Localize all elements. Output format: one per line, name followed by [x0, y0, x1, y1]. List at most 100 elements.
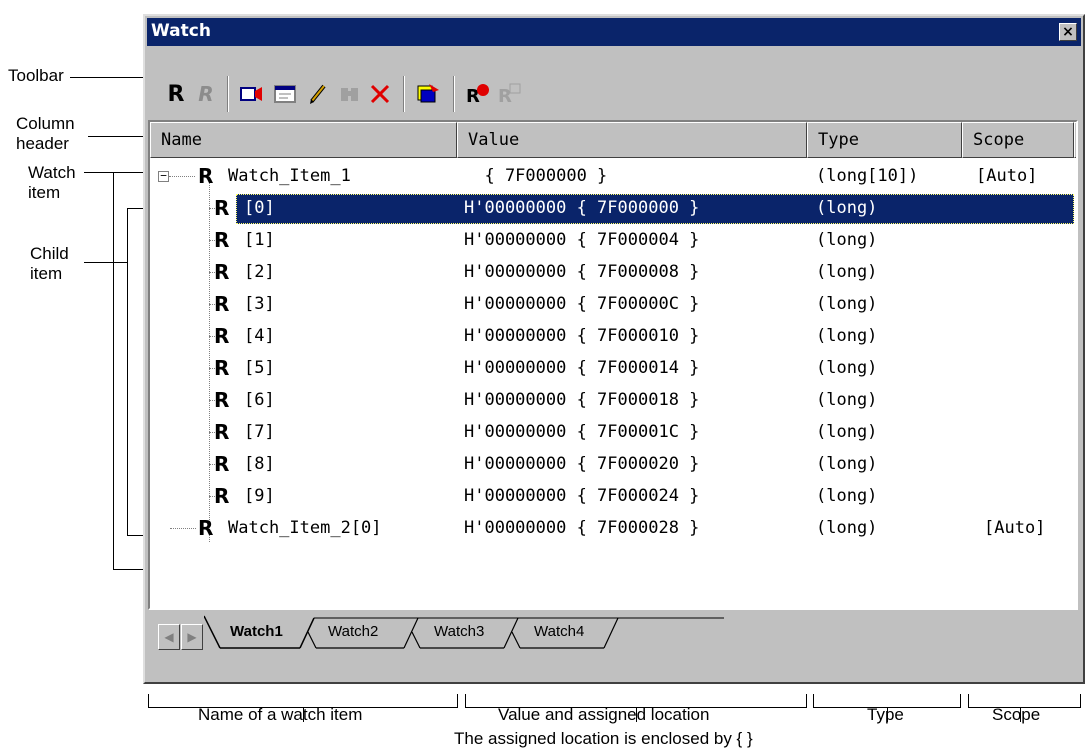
toolbar-separator [453, 76, 455, 112]
collapse-toggle-icon[interactable]: − [158, 170, 169, 182]
column-header-name[interactable]: Name [150, 122, 457, 158]
register-item-icon: R [214, 196, 230, 220]
watch-item-row[interactable]: − R Watch_Item_1 { 7F000000 } (long[10]) [Au… [150, 160, 1076, 192]
watch-value-cell: H'00000000 { 7F000028 } [464, 518, 700, 538]
watch-value-cell: { 7F000000 } [464, 166, 608, 186]
callout-toolbar-line [70, 77, 146, 78]
watch-value-cell: H'00000000 { 7F000020 } [464, 454, 700, 474]
watch-window: Watch × R R R R Name Value Type Scope − … [143, 14, 1085, 684]
watch-name-cell: [8] [244, 454, 275, 474]
title-bar[interactable]: Watch × [147, 18, 1081, 46]
column-header: Name Value Type Scope [150, 122, 1076, 158]
tab-scroll-left-button[interactable]: ◀ [158, 624, 180, 650]
watch-value-cell: H'00000000 { 7F00001C } [464, 422, 700, 442]
watch-type-cell: (long) [816, 486, 878, 506]
child-item-row[interactable]: R [3] H'00000000 { 7F00000C } (long) [150, 288, 1076, 320]
toolbar-separator [227, 76, 229, 112]
child-item-row[interactable]: R [4] H'00000000 { 7F000010 } (long) [150, 320, 1076, 352]
callout-watch-item: Watch item [28, 163, 76, 203]
callout-toolbar: Toolbar [8, 66, 64, 86]
label-location-note: The assigned location is enclosed by { } [454, 729, 753, 748]
watch-value-cell: H'00000000 { 7F000008 } [464, 262, 700, 282]
watch-name-cell: [6] [244, 390, 275, 410]
register-item-icon: R [214, 356, 230, 380]
watch-type-cell: (long) [816, 390, 878, 410]
register-item-icon: R [214, 388, 230, 412]
column-header-value[interactable]: Value [457, 122, 807, 158]
register-item-icon: R [214, 260, 230, 284]
register-r-icon[interactable]: R [161, 78, 191, 110]
child-item-row[interactable]: R [0] H'00000000 { 7F000000 } (long) [150, 192, 1076, 224]
pencil-icon[interactable] [303, 78, 333, 110]
tab-scroll-right-button[interactable]: ▶ [181, 624, 203, 650]
tab-watch3[interactable]: Watch3 [434, 616, 484, 648]
tab-bar: ◀ ▶ Watch1 Watch2 Watch3 Watch4 [148, 614, 1078, 652]
child-item-row[interactable]: R [7] H'00000000 { 7F00001C } (long) [150, 416, 1076, 448]
watch-item-row[interactable]: R Watch_Item_2[0] H'00000000 { 7F000028 } (… [150, 512, 1076, 544]
callout-watch-item-line2: item [28, 183, 61, 202]
watch-value-cell: H'00000000 { 7F000018 } [464, 390, 700, 410]
tab-watch2[interactable]: Watch2 [328, 616, 378, 648]
watch-type-cell: (long) [816, 422, 878, 442]
label-name-of-watch-item: Name of a watch item [198, 705, 363, 724]
callout-watch-item-line1: Watch [28, 163, 76, 182]
child-item-row[interactable]: R [9] H'00000000 { 7F000024 } (long) [150, 480, 1076, 512]
tab-watch1[interactable]: Watch1 [230, 616, 283, 648]
close-button[interactable]: × [1059, 23, 1077, 41]
child-item-row[interactable]: R [5] H'00000000 { 7F000014 } (long) [150, 352, 1076, 384]
toolbar: R R R R [147, 70, 1081, 120]
watch-name-cell: Watch_Item_2[0] [228, 518, 382, 538]
tab-watch4[interactable]: Watch4 [534, 616, 584, 648]
child-item-row[interactable]: R [1] H'00000000 { 7F000004 } (long) [150, 224, 1076, 256]
child-item-row[interactable]: R [2] H'00000000 { 7F000008 } (long) [150, 256, 1076, 288]
watch-type-cell: (long) [816, 454, 878, 474]
label-value-and-location: Value and assigned location [498, 705, 710, 724]
column-header-filler [1074, 122, 1076, 158]
column-header-scope[interactable]: Scope [962, 122, 1074, 158]
record-icon[interactable] [237, 78, 267, 110]
register-item-icon: R [214, 420, 230, 444]
refresh-register-icon[interactable]: R [463, 78, 493, 110]
watch-name-cell: [0] [244, 198, 275, 218]
watch-scope-cell: [Auto] [976, 166, 1038, 186]
watch-type-cell: (long) [816, 198, 878, 218]
watch-type-cell: (long[10]) [816, 166, 919, 186]
label-scope: Scope [992, 705, 1041, 724]
watch-name-cell: [2] [244, 262, 275, 282]
delete-x-icon[interactable] [365, 78, 395, 110]
memory-icon[interactable] [413, 78, 443, 110]
child-item-connector [84, 262, 127, 263]
callout-column-header-line [88, 136, 146, 137]
watch-type-cell: (long) [816, 358, 878, 378]
watch-value-cell: H'00000000 { 7F000024 } [464, 486, 700, 506]
callout-child-item-line1: Child [30, 244, 69, 263]
binoculars-disabled-icon [335, 78, 365, 110]
watch-name-cell: [5] [244, 358, 275, 378]
watch-item-connector-vert [113, 172, 114, 570]
label-type: Type [867, 705, 904, 724]
child-item-row[interactable]: R [6] H'00000000 { 7F000018 } (long) [150, 384, 1076, 416]
column-header-type[interactable]: Type [807, 122, 962, 158]
watch-name-cell: [9] [244, 486, 275, 506]
watch-name-cell: [3] [244, 294, 275, 314]
watch-name-cell: [7] [244, 422, 275, 442]
callout-column-header-line2: header [16, 134, 69, 153]
watch-value-cell: H'00000000 { 7F000014 } [464, 358, 700, 378]
register-disabled-icon: R [495, 78, 525, 110]
register-item-icon: R [198, 164, 214, 188]
register-r-disabled-icon: R [198, 82, 214, 106]
tree-line [170, 528, 196, 529]
child-item-row[interactable]: R [8] H'00000000 { 7F000020 } (long) [150, 448, 1076, 480]
watch-value-cell: H'00000000 { 7F000000 } [464, 198, 700, 218]
watch-type-cell: (long) [816, 230, 878, 250]
callout-child-item: Child item [30, 244, 69, 284]
register-item-icon: R [198, 516, 214, 540]
watch-type-cell: (long) [816, 262, 878, 282]
watch-name-cell: Watch_Item_1 [228, 166, 351, 186]
callout-column-header-line1: Column [16, 114, 75, 133]
watch-list[interactable]: Name Value Type Scope − R Watch_Item_1 { 7… [148, 120, 1078, 610]
edit-window-icon[interactable] [271, 78, 301, 110]
watch-type-cell: (long) [816, 294, 878, 314]
watch-type-cell: (long) [816, 326, 878, 346]
child-item-bracket-vert [127, 208, 128, 536]
